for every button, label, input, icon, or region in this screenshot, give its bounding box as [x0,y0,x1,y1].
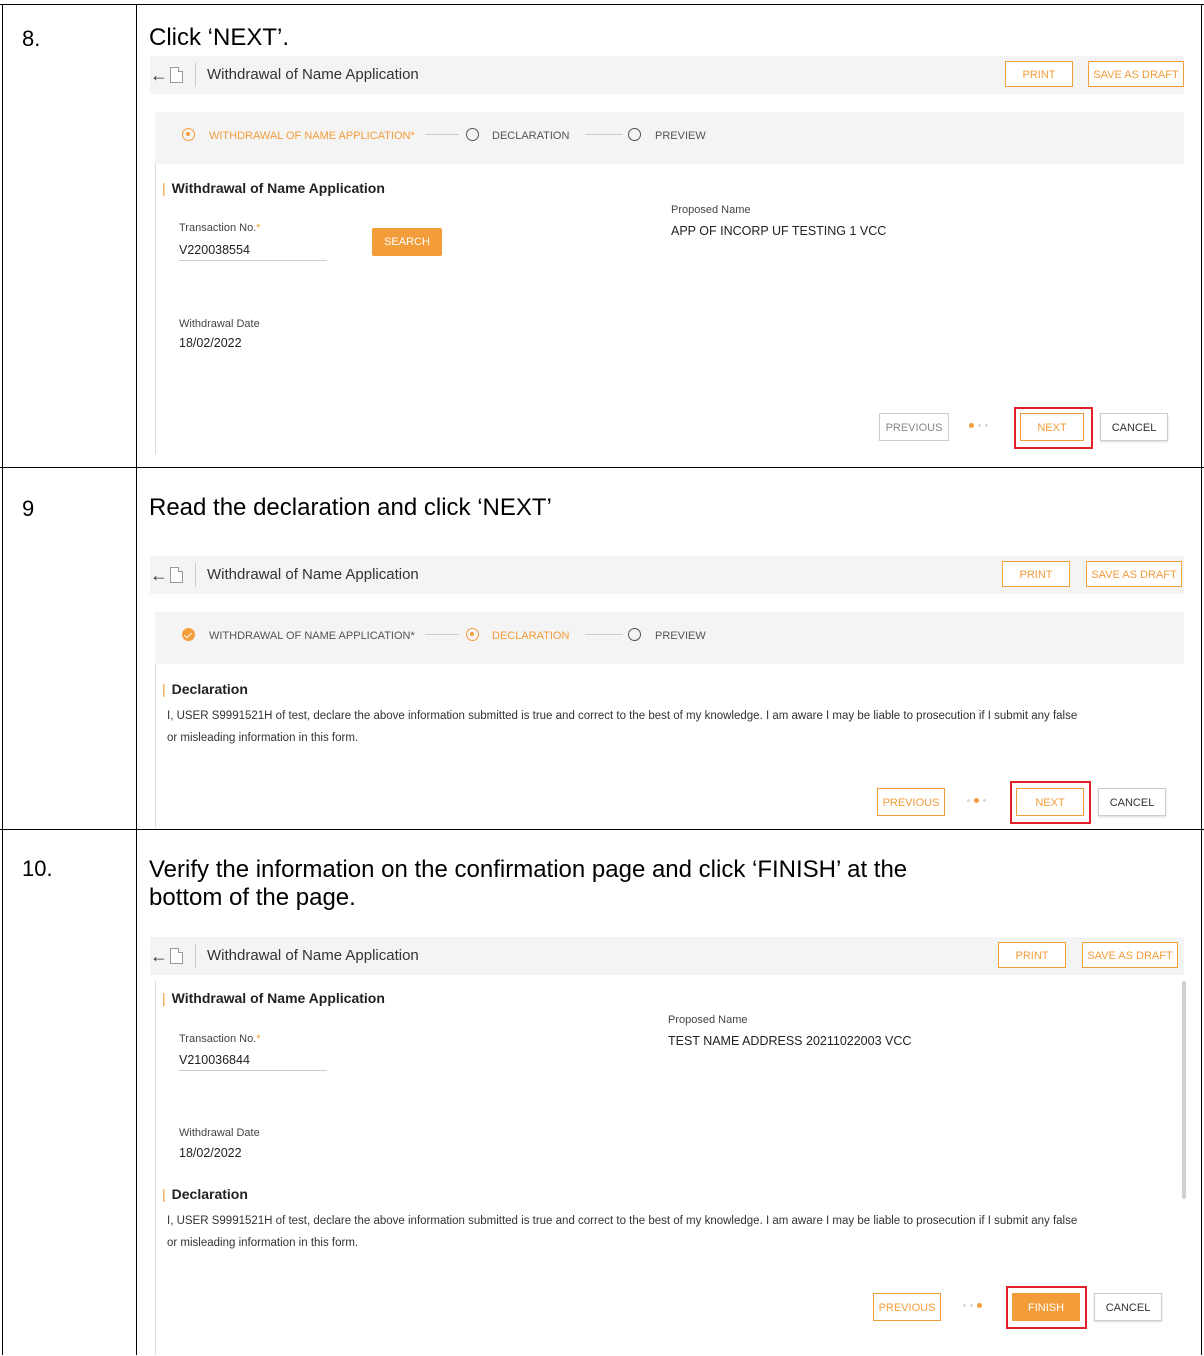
page-title: Withdrawal of Name Application [207,947,419,964]
stepper-connector [585,134,623,135]
save-as-draft-button[interactable]: SAVE AS DRAFT [1086,561,1182,587]
app-header: ← Withdrawal of Name Application PRINT S… [150,556,1184,594]
stepper-step-application[interactable]: WITHDRAWAL OF NAME APPLICATION* [209,130,415,142]
declaration-line: or misleading information in this form. [167,732,359,744]
step-radio-icon [466,628,479,641]
previous-button[interactable]: PREVIOUS [877,788,945,816]
print-button[interactable]: PRINT [998,942,1066,968]
declaration-text: I, USER S9991521H of test, declare the a… [167,1210,1177,1254]
previous-button[interactable]: PREVIOUS [873,1293,941,1321]
screenshot-step-8: ← Withdrawal of Name Application PRINT S… [150,56,1184,454]
step-instruction: Click ‘NEXT’. [149,24,290,51]
page-title: Withdrawal of Name Application [207,66,419,83]
app-header: ← Withdrawal of Name Application PRINT S… [150,56,1184,94]
proposed-name-value: TEST NAME ADDRESS 20211022003 VCC [668,1034,912,1048]
cancel-button[interactable]: CANCEL [1094,1293,1162,1321]
search-button[interactable]: SEARCH [372,228,442,256]
withdrawal-date-label: Withdrawal Date [179,1127,260,1139]
progress-stepper: WITHDRAWAL OF NAME APPLICATION* DECLARAT… [155,112,1184,164]
screenshot-step-10: ← Withdrawal of Name Application PRINT S… [150,937,1186,1355]
withdrawal-date-value: 18/02/2022 [179,336,242,350]
step-radio-icon [628,128,641,141]
divider [195,63,196,87]
transaction-value: V210036844 [179,1053,250,1067]
step-instruction: Read the declaration and click ‘NEXT’ [149,494,552,521]
table-border [1201,4,1202,1355]
stepper-step-preview[interactable]: PREVIEW [655,130,706,142]
document-icon [170,567,183,583]
transaction-input[interactable]: V220038554 [179,243,250,257]
instruction-table: 8. Click ‘NEXT’. ← Withdrawal of Name Ap… [0,0,1204,1355]
withdrawal-date-label: Withdrawal Date [179,318,260,330]
step-radio-icon [628,628,641,641]
document-icon [170,67,183,83]
stepper-connector [425,634,459,635]
screenshot-step-9: ← Withdrawal of Name Application PRINT S… [150,556,1184,828]
proposed-name-label: Proposed Name [668,1014,748,1026]
step-number: 10. [22,856,53,881]
stepper-connector [425,134,459,135]
save-as-draft-button[interactable]: SAVE AS DRAFT [1082,942,1178,968]
stepper-connector [585,634,623,635]
highlight-box [1014,407,1093,449]
page-dots [967,420,990,431]
check-icon [182,628,195,641]
section-title: Withdrawal of Name Application [162,990,385,1006]
divider [155,664,156,828]
section-title: Withdrawal of Name Application [162,180,385,196]
document-icon [170,948,183,964]
progress-stepper: WITHDRAWAL OF NAME APPLICATION* DECLARAT… [155,612,1184,664]
app-header: ← Withdrawal of Name Application PRINT S… [150,937,1184,975]
step-number: 8. [22,26,41,51]
proposed-name-value: APP OF INCORP UF TESTING 1 VCC [671,224,887,238]
step-number: 9 [22,496,35,521]
stepper-step-preview[interactable]: PREVIEW [655,630,706,642]
input-underline [179,260,327,261]
page-dots [965,795,988,806]
divider [155,981,156,1355]
page-dots [961,1300,984,1311]
instruction-line: bottom of the page. [149,884,356,911]
back-arrow-icon[interactable]: ← [150,947,168,965]
transaction-label: Transaction No.* [179,1033,261,1045]
instruction-line: Verify the information on the confirmati… [149,856,908,883]
declaration-text: I, USER S9991521H of test, declare the a… [167,705,1177,749]
step-radio-icon [182,128,195,141]
stepper-step-application[interactable]: WITHDRAWAL OF NAME APPLICATION* [209,630,415,642]
cancel-button[interactable]: CANCEL [1100,413,1168,441]
previous-button[interactable]: PREVIOUS [879,413,949,441]
page-title: Withdrawal of Name Application [207,566,419,583]
divider [195,944,196,968]
section-title: Declaration [162,681,248,697]
scrollbar[interactable] [1182,981,1186,1199]
table-border [136,4,137,1355]
cancel-button[interactable]: CANCEL [1098,788,1166,816]
proposed-name-label: Proposed Name [671,204,751,216]
step-radio-icon [466,128,479,141]
back-arrow-icon[interactable]: ← [150,66,168,84]
print-button[interactable]: PRINT [1005,61,1073,87]
section-title: Declaration [162,1186,248,1202]
divider [155,164,156,454]
stepper-step-declaration[interactable]: DECLARATION [492,130,569,142]
stepper-step-declaration[interactable]: DECLARATION [492,630,569,642]
save-as-draft-button[interactable]: SAVE AS DRAFT [1088,61,1184,87]
withdrawal-date-value: 18/02/2022 [179,1146,242,1160]
declaration-line: I, USER S9991521H of test, declare the a… [167,1215,1078,1227]
divider [195,563,196,587]
step-instruction: Verify the information on the confirmati… [149,856,907,912]
print-button[interactable]: PRINT [1002,561,1070,587]
declaration-line: I, USER S9991521H of test, declare the a… [167,710,1078,722]
transaction-label: Transaction No.* [179,222,261,234]
highlight-box [1010,781,1091,824]
back-arrow-icon[interactable]: ← [150,566,168,584]
declaration-line: or misleading information in this form. [167,1237,359,1249]
highlight-box [1006,1286,1087,1329]
table-border [2,4,3,1355]
input-underline [179,1070,327,1071]
